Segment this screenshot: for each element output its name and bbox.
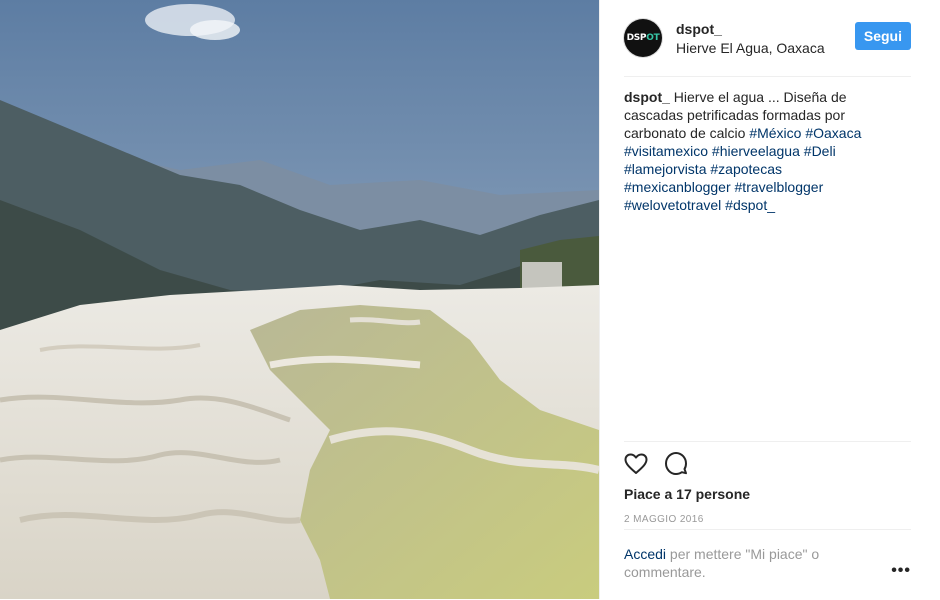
post-sidebar: DSPOT dspot_ Hierve El Agua, Oaxaca Segu… — [599, 0, 940, 599]
hashtag-link[interactable]: #mexicanblogger — [624, 179, 731, 195]
post-caption: dspot_ Hierve el agua ... Diseña de casc… — [624, 88, 889, 214]
hashtag-link[interactable]: #welovetotravel — [624, 197, 721, 213]
likes-count[interactable]: Piace a 17 persone — [624, 486, 911, 502]
login-link[interactable]: Accedi — [624, 546, 666, 562]
speech-bubble-icon[interactable] — [664, 452, 688, 476]
post-header: DSPOT dspot_ Hierve El Agua, Oaxaca Segu… — [624, 0, 911, 77]
hashtag-link[interactable]: #Deli — [804, 143, 836, 159]
follow-button[interactable]: Segui — [854, 22, 911, 50]
hashtag-link[interactable]: #México — [749, 125, 801, 141]
landscape-image — [0, 0, 599, 599]
hashtag-link[interactable]: #Oaxaca — [805, 125, 861, 141]
caption-author[interactable]: dspot_ — [624, 89, 670, 105]
location-link[interactable]: Hierve El Agua, Oaxaca — [676, 39, 825, 57]
comment-section: Accedi per mettere "Mi piace" o commenta… — [624, 529, 911, 600]
more-options-icon[interactable]: ••• — [891, 563, 911, 579]
avatar[interactable]: DSPOT — [624, 19, 662, 57]
hashtag-link[interactable]: #zapotecas — [710, 161, 782, 177]
hashtag-link[interactable]: #hierveelagua — [712, 143, 800, 159]
hashtag-link[interactable]: #visitamexico — [624, 143, 708, 159]
action-bar — [624, 442, 911, 486]
post-actions-section: Piace a 17 persone 2 MAGGIO 2016 — [624, 441, 911, 525]
avatar-logo: DSPOT — [626, 33, 660, 43]
hashtag-link[interactable]: #travelblogger — [735, 179, 824, 195]
hashtag-link[interactable]: #lamejorvista — [624, 161, 706, 177]
hashtag-link[interactable]: #dspot_ — [725, 197, 775, 213]
post-date[interactable]: 2 MAGGIO 2016 — [624, 514, 911, 525]
post-photo[interactable] — [0, 0, 599, 599]
heart-icon[interactable] — [624, 452, 648, 476]
post-view: DSPOT dspot_ Hierve El Agua, Oaxaca Segu… — [0, 0, 940, 599]
header-text: dspot_ Hierve El Agua, Oaxaca — [676, 20, 825, 57]
username-link[interactable]: dspot_ — [676, 20, 825, 38]
comment-prompt: Accedi per mettere "Mi piace" o commenta… — [624, 545, 869, 581]
